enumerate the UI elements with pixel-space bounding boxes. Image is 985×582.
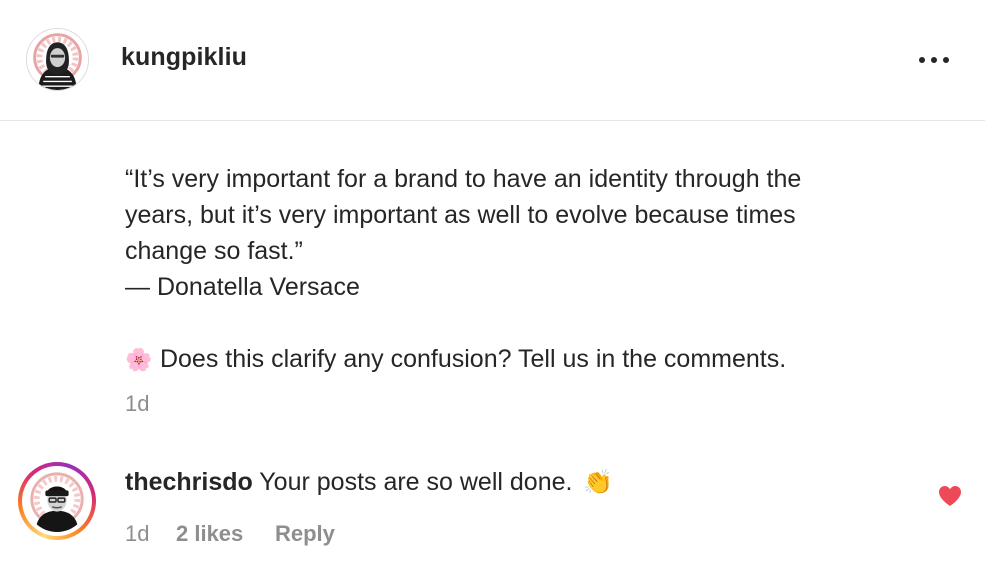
post-caption: “It’s very important for a brand to have… (125, 161, 955, 379)
profile-photo-icon (26, 470, 88, 532)
author-avatar[interactable] (26, 28, 89, 91)
profile-photo-icon (27, 29, 88, 90)
caption-quote-line: “It’s very important for a brand to have… (125, 165, 802, 193)
post-timestamp[interactable]: 1d (125, 391, 149, 417)
commenter-avatar (26, 470, 88, 532)
comment-text: Your posts are so well done. (259, 468, 573, 496)
blossom-emoji-icon: 🌸 (125, 348, 153, 373)
comment-timestamp[interactable]: 1d (125, 521, 149, 547)
caption-quote-line: years, but it’s very important as well t… (125, 201, 796, 229)
story-ring-gap (22, 466, 92, 536)
author-username[interactable]: kungpikliu (121, 43, 247, 72)
comment-username[interactable]: thechrisdo (125, 468, 253, 496)
caption-prompt-line: 🌸 Does this clarify any confusion? Tell … (125, 341, 955, 379)
caption-quote-line: change so fast.” (125, 237, 303, 265)
comment-body: thechrisdo Your posts are so well done. … (125, 468, 613, 497)
commenter-story-ring[interactable] (18, 462, 96, 540)
post-header: kungpikliu (0, 0, 985, 121)
reply-button[interactable]: Reply (275, 521, 335, 547)
like-heart-icon[interactable] (937, 484, 963, 508)
more-options-icon[interactable] (914, 46, 954, 74)
clapping-hands-emoji-icon: 👏 (583, 468, 614, 496)
caption-attribution: — Donatella Versace (125, 273, 360, 301)
comment-likes-count[interactable]: 2 likes (176, 521, 243, 547)
caption-prompt: Does this clarify any confusion? Tell us… (159, 345, 787, 373)
